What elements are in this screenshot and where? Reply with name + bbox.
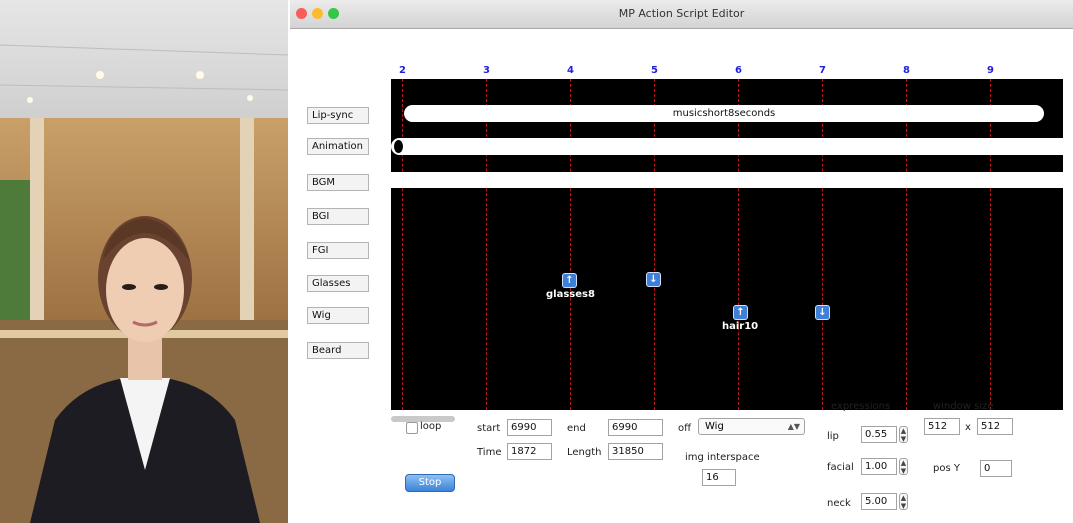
facial-label: facial [827,462,854,473]
track-animation-button[interactable]: Animation [307,138,369,155]
up-arrow-icon[interactable]: ↑ [733,305,748,320]
grid-line [486,79,487,410]
off-label: off [678,423,692,434]
up-arrow-icon[interactable]: ↑ [562,273,577,288]
track-glasses-button[interactable]: Glasses [307,275,369,292]
ruler-tick: 8 [903,65,910,76]
event-label-glasses: glasses8 [546,289,595,300]
time-label: Time [477,447,502,458]
grid-line [990,79,991,410]
loop-checkbox[interactable] [406,422,418,434]
down-arrow-icon[interactable]: ↓ [815,305,830,320]
down-arrow-icon[interactable]: ↓ [646,272,661,287]
ruler-tick: 3 [483,65,490,76]
loop-label: loop [420,421,442,432]
track-bgi-button[interactable]: BGI [307,208,369,225]
facial-stepper[interactable]: ▲ ▼ [899,458,908,475]
animation-clip-gap [394,140,403,153]
grid-line [402,79,403,410]
grid-line [822,79,823,410]
title-bar: MP Action Script Editor [290,0,1073,29]
img-interspace-field[interactable]: 16 [702,469,736,486]
size-times-label: x [965,422,971,433]
editor-window: MP Action Script Editor Lip-sync Animati… [290,0,1073,523]
window-width-field[interactable]: 512 [924,418,960,435]
track-fgi-button[interactable]: FGI [307,242,369,259]
end-label: end [567,423,586,434]
lip-stepper[interactable]: ▲ ▼ [899,426,908,443]
pos-y-field[interactable]: 0 [980,460,1012,477]
facial-field[interactable]: 1.00 [861,458,897,475]
grid-line [654,79,655,410]
layer-select[interactable]: Wig ▲▼ [698,418,805,435]
track-lip-sync-button[interactable]: Lip-sync [307,107,369,124]
expressions-label: expressions [831,401,891,412]
timeline-canvas[interactable]: musicshort8seconds ↑ glasses8 ↓ ↑ hair10… [391,79,1063,410]
window-height-field[interactable]: 512 [977,418,1013,435]
pos-y-label: pos Y [933,463,960,474]
start-label: start [477,423,501,434]
bgm-clip[interactable] [391,172,1063,188]
img-interspace-label: img interspace [685,452,760,463]
track-wig-button[interactable]: Wig [307,307,369,324]
lip-label: lip [827,431,839,442]
length-field[interactable]: 31850 [608,443,663,460]
neck-stepper[interactable]: ▲ ▼ [899,493,908,510]
grid-line [906,79,907,410]
ruler-tick: 4 [567,65,574,76]
window-title: MP Action Script Editor [618,7,745,20]
track-beard-button[interactable]: Beard [307,342,369,359]
ruler-tick: 7 [819,65,826,76]
grid-line [570,79,571,410]
time-field[interactable]: 1872 [507,443,552,460]
lip-field[interactable]: 0.55 [861,426,897,443]
length-label: Length [567,447,602,458]
ruler-tick: 9 [987,65,994,76]
select-arrows-icon: ▲▼ [787,422,800,431]
window-size-label: window size [933,401,994,412]
time-ruler: 2 3 4 5 6 7 8 9 [391,65,1063,79]
start-field[interactable]: 6990 [507,419,552,436]
grid-line [738,79,739,410]
ruler-tick: 2 [399,65,406,76]
neck-label: neck [827,498,851,509]
ruler-tick: 6 [735,65,742,76]
lip-sync-clip[interactable]: musicshort8seconds [404,105,1044,122]
ruler-tick: 5 [651,65,658,76]
editor-content: Lip-sync Animation BGM BGI FGI Glasses W… [290,29,1073,523]
end-field[interactable]: 6990 [608,419,663,436]
track-bgm-button[interactable]: BGM [307,174,369,191]
neck-field[interactable]: 5.00 [861,493,897,510]
stop-button[interactable]: Stop [405,474,455,492]
event-label-wig: hair10 [722,321,759,332]
layer-select-value: Wig [705,421,724,432]
animation-clip[interactable] [391,138,1063,155]
avatar-preview [0,0,288,523]
